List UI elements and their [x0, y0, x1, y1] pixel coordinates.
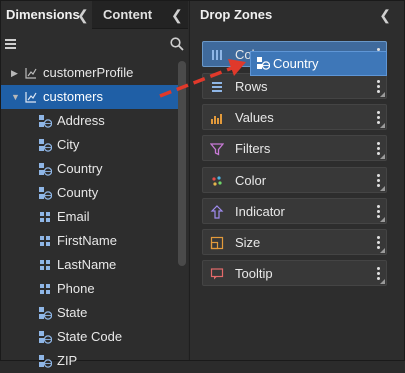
- field-item[interactable]: State Code: [1, 325, 181, 349]
- drop-zone-label: Indicator: [235, 204, 285, 219]
- field-item[interactable]: State: [1, 301, 181, 325]
- rows-icon: [212, 82, 222, 92]
- tree-node-customerprofile[interactable]: ▶ customerProfile: [1, 61, 181, 85]
- field-item[interactable]: City: [1, 133, 181, 157]
- tab-dimensions[interactable]: Dimensions ❮: [1, 1, 92, 29]
- globe-field-icon: [39, 139, 52, 152]
- resize-corner-icon: [380, 92, 385, 97]
- drop-zone-color[interactable]: Color: [202, 167, 387, 193]
- field-item[interactable]: Country: [1, 157, 181, 181]
- field-label: Email: [57, 209, 90, 224]
- globe-field-icon: [39, 187, 52, 200]
- list-view-icon[interactable]: [5, 39, 16, 49]
- tooltip-icon: [210, 268, 224, 280]
- search-icon[interactable]: [170, 37, 184, 51]
- field-label: County: [57, 185, 99, 200]
- panel-tabs: Dimensions ❮ Content ❮: [1, 1, 188, 29]
- hierarchy-icon: [25, 68, 37, 79]
- field-label: Address: [57, 113, 105, 128]
- resize-corner-icon: [380, 154, 385, 159]
- field-item[interactable]: ZIP: [1, 349, 181, 373]
- scrollbar[interactable]: [178, 61, 186, 266]
- drop-zone-label: Filters: [235, 141, 271, 156]
- tab-label: Dimensions: [6, 7, 80, 22]
- resize-corner-icon: [380, 279, 385, 284]
- drop-zone-label: Values: [235, 110, 274, 125]
- resize-corner-icon: [380, 123, 385, 128]
- filter-icon: [210, 143, 224, 156]
- field-label: ZIP: [57, 353, 78, 368]
- hierarchy-icon: [25, 92, 37, 103]
- drop-zone-indicator[interactable]: Indicator: [202, 198, 387, 224]
- field-item[interactable]: Address: [1, 109, 181, 133]
- text-field-icon: [40, 236, 50, 246]
- resize-corner-icon: [380, 217, 385, 222]
- field-item[interactable]: LastName: [1, 253, 181, 277]
- drop-zone-size[interactable]: Size: [202, 229, 387, 255]
- drop-zone-tooltip[interactable]: Tooltip: [202, 260, 387, 286]
- drop-zone-filters[interactable]: Filters: [202, 135, 387, 161]
- field-label: FirstName: [57, 233, 117, 248]
- drop-zone-label: Tooltip: [235, 266, 273, 281]
- resize-corner-icon: [380, 186, 385, 191]
- drop-zone-label: Rows: [235, 79, 268, 94]
- resize-corner-icon: [380, 248, 385, 253]
- field-label: State Code: [57, 329, 123, 344]
- drop-zone-rows[interactable]: Rows: [202, 73, 387, 99]
- chevron-down-icon[interactable]: ▼: [11, 85, 20, 109]
- field-label: LastName: [57, 257, 117, 272]
- globe-field-icon: [39, 355, 52, 368]
- values-icon: [211, 114, 222, 124]
- field-item[interactable]: FirstName: [1, 229, 181, 253]
- field-label: Phone: [57, 281, 95, 296]
- globe-field-icon: [39, 163, 52, 176]
- drop-zone-values[interactable]: Values: [202, 104, 387, 130]
- text-field-icon: [40, 212, 50, 222]
- field-item[interactable]: Email: [1, 205, 181, 229]
- tab-label: Content: [103, 7, 153, 22]
- field-list: Address City Country County Email FirstName La…: [1, 109, 181, 373]
- dimension-tree: ▶ customerProfile ▼ customers Address Cit…: [1, 61, 181, 373]
- tree-node-label: customers: [43, 89, 103, 104]
- field-item[interactable]: Phone: [1, 277, 181, 301]
- drag-chip-label: Country: [273, 56, 319, 71]
- drop-zone-label: Size: [235, 235, 261, 250]
- text-field-icon: [40, 284, 50, 294]
- drop-zone-label: Color: [235, 173, 267, 188]
- globe-field-icon: [39, 115, 52, 128]
- globe-field-icon: [257, 57, 270, 70]
- tab-content[interactable]: Content ❮: [93, 1, 188, 29]
- panel-title: Drop Zones: [200, 7, 273, 22]
- chevron-left-icon[interactable]: ❮: [379, 1, 391, 29]
- dimensions-panel: Dimensions ❮ Content ❮ ▶ customerProfile…: [1, 1, 188, 368]
- indicator-icon: [210, 205, 224, 219]
- drop-zones-header: Drop Zones ❮: [190, 1, 405, 29]
- text-field-icon: [40, 260, 50, 270]
- chevron-left-icon[interactable]: ❮: [77, 1, 89, 29]
- globe-field-icon: [39, 331, 52, 344]
- size-icon: [210, 236, 224, 250]
- field-item[interactable]: County: [1, 181, 181, 205]
- field-label: Country: [57, 161, 103, 176]
- tree-node-customers[interactable]: ▼ customers: [1, 85, 181, 109]
- field-label: City: [57, 137, 80, 152]
- panel-toolbar: [1, 30, 188, 58]
- drag-chip[interactable]: Country: [250, 51, 387, 76]
- tree-node-label: customerProfile: [43, 65, 134, 80]
- globe-field-icon: [39, 307, 52, 320]
- field-label: State: [57, 305, 88, 320]
- chevron-left-icon[interactable]: ❮: [171, 1, 183, 29]
- color-icon: [212, 176, 222, 186]
- columns-icon: [212, 50, 222, 60]
- chevron-right-icon[interactable]: ▶: [11, 61, 18, 85]
